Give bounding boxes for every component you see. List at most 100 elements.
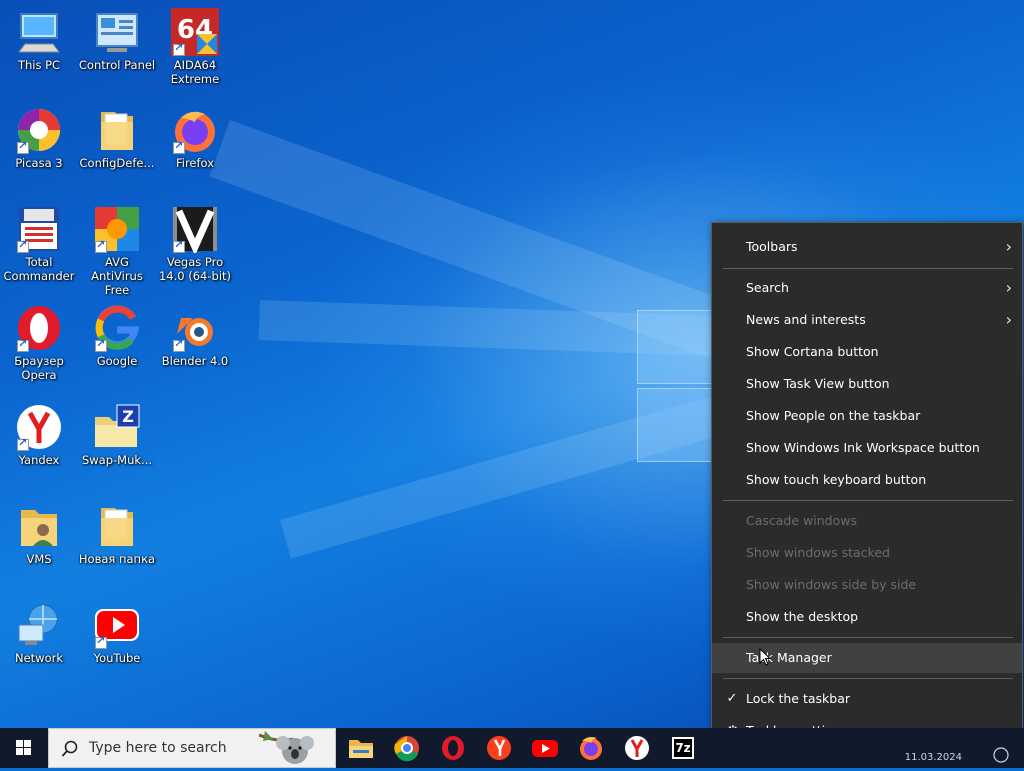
desktop-icon-label: This PC (17, 58, 61, 72)
chevron-right-icon: › (1005, 278, 1012, 297)
avg-icon (93, 205, 141, 253)
total-commander-icon (15, 205, 63, 253)
desktop-icon-aida64[interactable]: 64 AIDA64 Extreme (156, 8, 234, 86)
desktop-icon-label: Google (96, 354, 138, 368)
desktop-icon-new-folder[interactable]: Новая папка (78, 502, 156, 566)
blender-icon (171, 304, 219, 352)
shortcut-arrow-icon (173, 337, 185, 352)
desktop-icon-avg[interactable]: AVG AntiVirus Free (78, 205, 156, 297)
chevron-right-icon: › (1005, 310, 1012, 329)
7zip-icon: 7z (672, 737, 694, 759)
shortcut-arrow-icon (17, 337, 29, 352)
taskbar-youtube[interactable] (527, 732, 563, 764)
svg-text:Z: Z (122, 407, 134, 426)
notification-center-icon[interactable] (992, 746, 1010, 764)
menu-item-label: Show touch keyboard button (746, 472, 927, 487)
firefox-icon (580, 737, 602, 760)
desktop-icon-yandex[interactable]: Yandex (0, 403, 78, 467)
desktop-icon-label: Новая папка (78, 552, 156, 566)
desktop-icon-label: Blender 4.0 (161, 354, 229, 368)
desktop-icon-label: AIDA64 Extreme (170, 58, 220, 86)
menu-item-toolbars[interactable]: Toolbars › (712, 232, 1022, 262)
search-box[interactable]: Type here to search (48, 728, 336, 768)
desktop-icon-label: Control Panel (78, 58, 156, 72)
menu-item-label: Show the desktop (746, 609, 859, 624)
menu-item-label: Show windows side by side (746, 577, 917, 592)
taskbar-clock[interactable]: 11.03.2024 (905, 752, 962, 763)
shortcut-arrow-icon (173, 41, 185, 56)
koala-illustration-icon (259, 731, 314, 764)
menu-separator (723, 500, 1013, 501)
desktop-icon-youtube[interactable]: YouTube (78, 601, 156, 665)
desktop-icon-label: ConfigDefe... (79, 156, 155, 170)
desktop-icon-swap[interactable]: Z Swap-Muk... (78, 403, 156, 467)
menu-item-show-people[interactable]: Show People on the taskbar (712, 401, 1022, 431)
youtube-icon (93, 601, 141, 649)
desktop-icon-label: Yandex (18, 453, 60, 467)
desktop-icon-label: Swap-Muk... (81, 453, 153, 467)
yandex-browser-icon (487, 736, 511, 760)
taskbar-chrome[interactable] (389, 732, 425, 764)
desktop-icon-label: Network (14, 651, 64, 665)
menu-item-label: News and interests (746, 312, 866, 327)
desktop-icon-label: AVG AntiVirus Free (91, 255, 143, 297)
firefox-icon (171, 106, 219, 154)
menu-separator (723, 637, 1013, 638)
menu-item-show-task-view-button[interactable]: Show Task View button (712, 369, 1022, 399)
menu-item-label: Toolbars (746, 239, 798, 254)
taskbar-file-explorer[interactable] (343, 732, 379, 764)
taskbar-7zip[interactable]: 7z (665, 732, 701, 764)
desktop-icon-firefox[interactable]: Firefox (156, 106, 234, 170)
desktop-icon-network[interactable]: Network (0, 601, 78, 665)
desktop-icon-blender[interactable]: Blender 4.0 (156, 304, 234, 368)
desktop-icon-control-panel[interactable]: Control Panel (78, 8, 156, 72)
folder-icon (93, 106, 141, 154)
desktop-icon-label: Браузер Opera (14, 354, 64, 382)
desktop-icon-this-pc[interactable]: This PC (0, 8, 78, 72)
menu-item-show-touch-keyboard[interactable]: Show touch keyboard button (712, 465, 1022, 495)
desktop-icon-label: Firefox (175, 156, 215, 170)
desktop-icon-vegas[interactable]: Vegas Pro 14.0 (64-bit) (156, 205, 234, 283)
menu-item-label: Show Windows Ink Workspace button (746, 440, 980, 455)
desktop-icon-google[interactable]: Google (78, 304, 156, 368)
taskbar-opera[interactable] (435, 732, 471, 764)
yandex-icon (15, 403, 63, 451)
shortcut-arrow-icon (95, 238, 107, 253)
menu-item-show-ink-workspace[interactable]: Show Windows Ink Workspace button (712, 433, 1022, 463)
shortcut-arrow-icon (17, 139, 29, 154)
menu-item-label: Search (746, 280, 789, 295)
shortcut-arrow-icon (95, 337, 107, 352)
taskbar[interactable]: Type here to search 7z 11.03.2024 (0, 728, 1024, 768)
taskbar-yandex[interactable] (619, 732, 655, 764)
taskbar-context-menu: Toolbars › Search › News and interests ›… (711, 222, 1023, 748)
taskbar-firefox[interactable] (573, 732, 609, 764)
search-placeholder: Type here to search (89, 740, 227, 756)
desktop-icon-total-commander[interactable]: Total Commander (0, 205, 78, 283)
shortcut-arrow-icon (173, 139, 185, 154)
windows-logo-icon (16, 740, 31, 755)
menu-item-lock-the-taskbar[interactable]: ✓ Lock the taskbar (712, 684, 1022, 714)
menu-item-news-and-interests[interactable]: News and interests › (712, 305, 1022, 335)
7zip-label: 7z (674, 739, 692, 757)
control-panel-icon (93, 8, 141, 56)
start-button[interactable] (0, 728, 48, 768)
menu-item-label: Show windows stacked (746, 545, 890, 560)
menu-item-show-cortana-button[interactable]: Show Cortana button (712, 337, 1022, 367)
shortcut-arrow-icon (17, 436, 29, 451)
mouse-cursor-icon (759, 648, 771, 666)
menu-separator (723, 268, 1013, 269)
menu-item-label: Show People on the taskbar (746, 408, 921, 423)
shortcut-arrow-icon (95, 634, 107, 649)
user-folder-icon (15, 502, 63, 550)
folder-icon (93, 502, 141, 550)
desktop-icon-opera[interactable]: Браузер Opera (0, 304, 78, 382)
aida64-icon: 64 (171, 8, 219, 56)
menu-item-label: Show Cortana button (746, 344, 879, 359)
menu-item-show-the-desktop[interactable]: Show the desktop (712, 602, 1022, 632)
menu-item-search[interactable]: Search › (712, 273, 1022, 303)
desktop-icon-picasa[interactable]: Picasa 3 (0, 106, 78, 170)
desktop-icon-configdefender[interactable]: ConfigDefe... (78, 106, 156, 170)
taskbar-yandex-browser[interactable] (481, 732, 517, 764)
menu-separator (723, 678, 1013, 679)
desktop-icon-vms[interactable]: VMS (0, 502, 78, 566)
